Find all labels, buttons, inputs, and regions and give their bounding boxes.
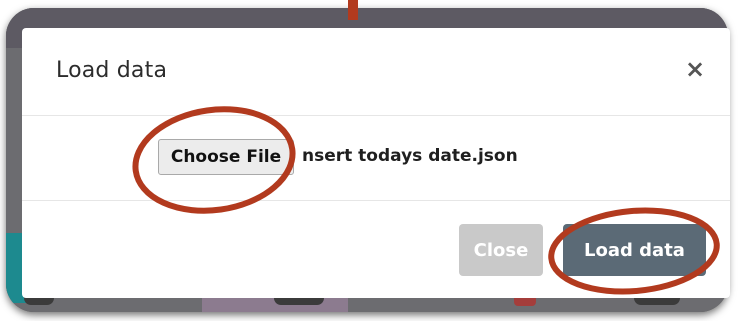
close-icon[interactable]: × bbox=[685, 55, 705, 83]
close-button[interactable]: Close bbox=[459, 224, 543, 276]
load-data-button[interactable]: Load data bbox=[563, 224, 706, 276]
modal-title: Load data bbox=[56, 58, 168, 83]
selected-file-name: nsert todays date.json bbox=[302, 146, 518, 166]
modal-header: Load data × bbox=[22, 28, 730, 116]
load-data-modal: Load data × Choose File nsert todays dat… bbox=[22, 28, 730, 298]
modal-body: Choose File nsert todays date.json bbox=[22, 116, 730, 201]
choose-file-button[interactable]: Choose File bbox=[158, 139, 294, 175]
